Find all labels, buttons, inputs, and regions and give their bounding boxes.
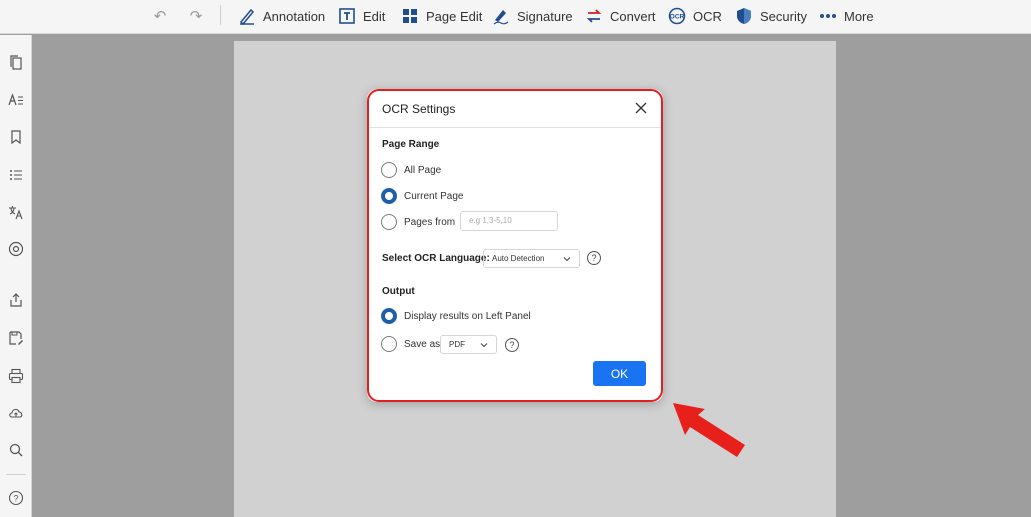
- page-edit-button[interactable]: Page Edit: [400, 4, 482, 28]
- top-toolbar: ↶ ↷ Annotation Edit Page Edit Signature …: [0, 0, 1031, 34]
- redo-icon[interactable]: ↷: [185, 5, 207, 27]
- convert-label: Convert: [610, 8, 656, 24]
- save-format-value: PDF: [449, 340, 465, 349]
- radio-display-left-panel[interactable]: Display results on Left Panel: [381, 308, 531, 324]
- radio-button-selected[interactable]: [381, 308, 397, 324]
- radio-all-page-label: All Page: [404, 164, 442, 176]
- translate-icon[interactable]: [4, 200, 28, 224]
- ocr-language-value: Auto Detection: [492, 254, 545, 263]
- ocr-panel-icon[interactable]: [4, 237, 28, 261]
- output-label: Output: [382, 286, 415, 297]
- grid-icon: [400, 6, 420, 26]
- save-format-select[interactable]: PDF: [440, 335, 497, 354]
- chevron-down-icon: [563, 255, 571, 263]
- outline-list-icon[interactable]: [4, 163, 28, 187]
- save-help-icon[interactable]: ?: [505, 338, 519, 352]
- ok-button[interactable]: OK: [593, 361, 646, 386]
- radio-pages-from[interactable]: Pages from: [381, 214, 455, 230]
- text-edit-icon: [337, 6, 357, 26]
- pages-range-input[interactable]: e.g 1,3-5,10: [460, 211, 558, 231]
- pages-icon[interactable]: [4, 51, 28, 75]
- help-icon[interactable]: ?: [4, 486, 28, 510]
- font-list-icon[interactable]: [4, 88, 28, 112]
- radio-all-page[interactable]: All Page: [381, 162, 441, 178]
- radio-current-page[interactable]: Current Page: [381, 188, 463, 204]
- radio-save-as[interactable]: Save as: [381, 336, 440, 352]
- radio-button-selected[interactable]: [381, 188, 397, 204]
- radio-button[interactable]: [381, 336, 397, 352]
- more-dots-icon: [818, 6, 838, 26]
- save-edit-icon[interactable]: [4, 326, 28, 350]
- radio-button[interactable]: [381, 162, 397, 178]
- more-button[interactable]: More: [818, 4, 874, 28]
- signature-label: Signature: [517, 8, 573, 24]
- language-help-icon[interactable]: ?: [587, 251, 601, 265]
- radio-display-left-panel-label: Display results on Left Panel: [404, 310, 531, 322]
- close-icon[interactable]: [633, 100, 649, 116]
- edit-label: Edit: [363, 8, 386, 24]
- ocr-icon: OCR: [667, 6, 687, 26]
- convert-icon: [584, 6, 604, 26]
- ocr-label: OCR: [693, 8, 722, 24]
- annotation-label: Annotation: [263, 8, 326, 24]
- annotation-button[interactable]: Annotation: [237, 4, 325, 28]
- ocr-button[interactable]: OCR OCR: [667, 4, 722, 28]
- convert-button[interactable]: Convert: [584, 4, 656, 28]
- shield-icon: [734, 6, 754, 26]
- left-sidebar: ?: [0, 35, 32, 517]
- security-button[interactable]: Security: [734, 4, 807, 28]
- ocr-settings-dialog: OCR Settings Page Range All Page Current…: [367, 89, 663, 402]
- edit-button[interactable]: Edit: [337, 4, 385, 28]
- toolbar-divider: [220, 5, 221, 25]
- radio-button[interactable]: [381, 214, 397, 230]
- dialog-title: OCR Settings: [382, 102, 456, 116]
- sidebar-divider: [6, 474, 26, 475]
- ocr-language-label: Select OCR Language:: [382, 253, 490, 264]
- cloud-upload-icon[interactable]: [4, 401, 28, 425]
- pointer-arrow-icon: [673, 403, 745, 457]
- security-label: Security: [760, 8, 807, 24]
- svg-text:?: ?: [13, 494, 18, 504]
- page-edit-label: Page Edit: [426, 8, 483, 24]
- radio-current-page-label: Current Page: [404, 190, 464, 202]
- print-icon[interactable]: [4, 364, 28, 388]
- share-icon[interactable]: [4, 288, 28, 312]
- bookmark-icon[interactable]: [4, 125, 28, 149]
- page-range-label: Page Range: [382, 139, 440, 150]
- radio-pages-from-label: Pages from: [404, 216, 456, 228]
- radio-save-as-label: Save as: [404, 338, 441, 350]
- dialog-divider: [368, 127, 662, 128]
- undo-icon[interactable]: ↶: [149, 5, 171, 27]
- signature-icon: [491, 6, 511, 26]
- ocr-language-select[interactable]: Auto Detection: [483, 249, 580, 268]
- more-label: More: [844, 8, 874, 24]
- svg-text:OCR: OCR: [670, 14, 685, 21]
- pen-icon: [237, 6, 257, 26]
- chevron-down-icon: [480, 341, 488, 349]
- search-icon[interactable]: [4, 438, 28, 462]
- signature-button[interactable]: Signature: [491, 4, 573, 28]
